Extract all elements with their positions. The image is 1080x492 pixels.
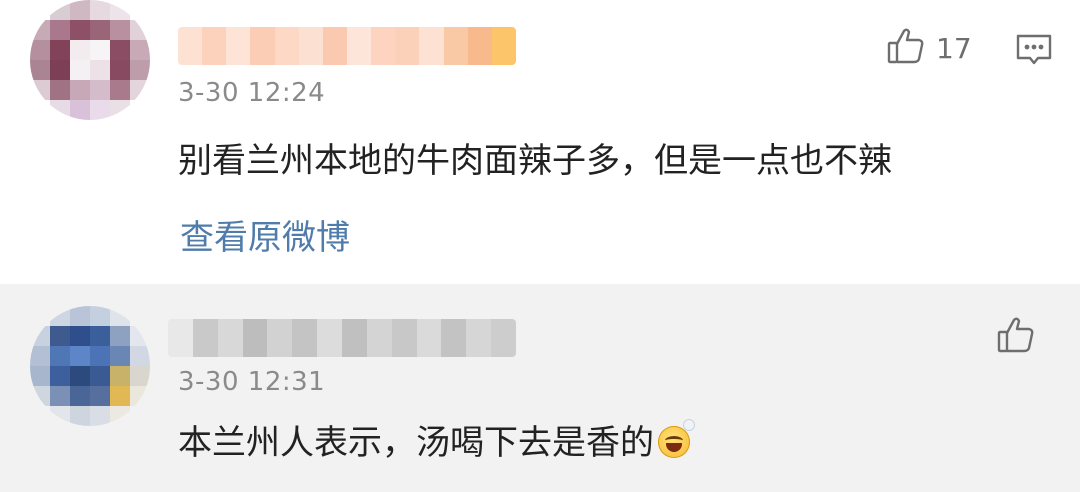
reply-button[interactable] [1014,30,1054,74]
avatar[interactable] [30,306,150,426]
like-count: 17 [936,31,972,65]
comment-bubble-icon [1014,34,1054,74]
comment-item: 3-30 12:31 本兰州人表示，汤喝下去是香的 [0,284,1080,492]
thumb-up-icon [996,315,1036,359]
comment-timestamp: 3-30 12:31 [178,367,326,397]
comment-text: 本兰州人表示，汤喝下去是香的 [178,415,694,464]
username-redacted[interactable] [168,319,516,357]
comment-text-body: 本兰州人表示，汤喝下去是香的 [178,423,654,463]
comment-item: 3-30 12:24 别看兰州本地的牛肉面辣子多，但是一点也不辣 查看原微博 1… [0,0,1080,284]
comment-text: 别看兰州本地的牛肉面辣子多，但是一点也不辣 [178,141,892,181]
like-button[interactable]: 17 [886,26,972,70]
thumb-up-icon [886,26,926,70]
avatar[interactable] [30,0,150,120]
hot-steaming-face-emoji [658,420,694,458]
username-redacted[interactable] [178,27,516,65]
view-original-weibo-link[interactable]: 查看原微博 [180,210,350,259]
like-button[interactable] [996,315,1036,359]
comment-timestamp: 3-30 12:24 [178,78,326,108]
